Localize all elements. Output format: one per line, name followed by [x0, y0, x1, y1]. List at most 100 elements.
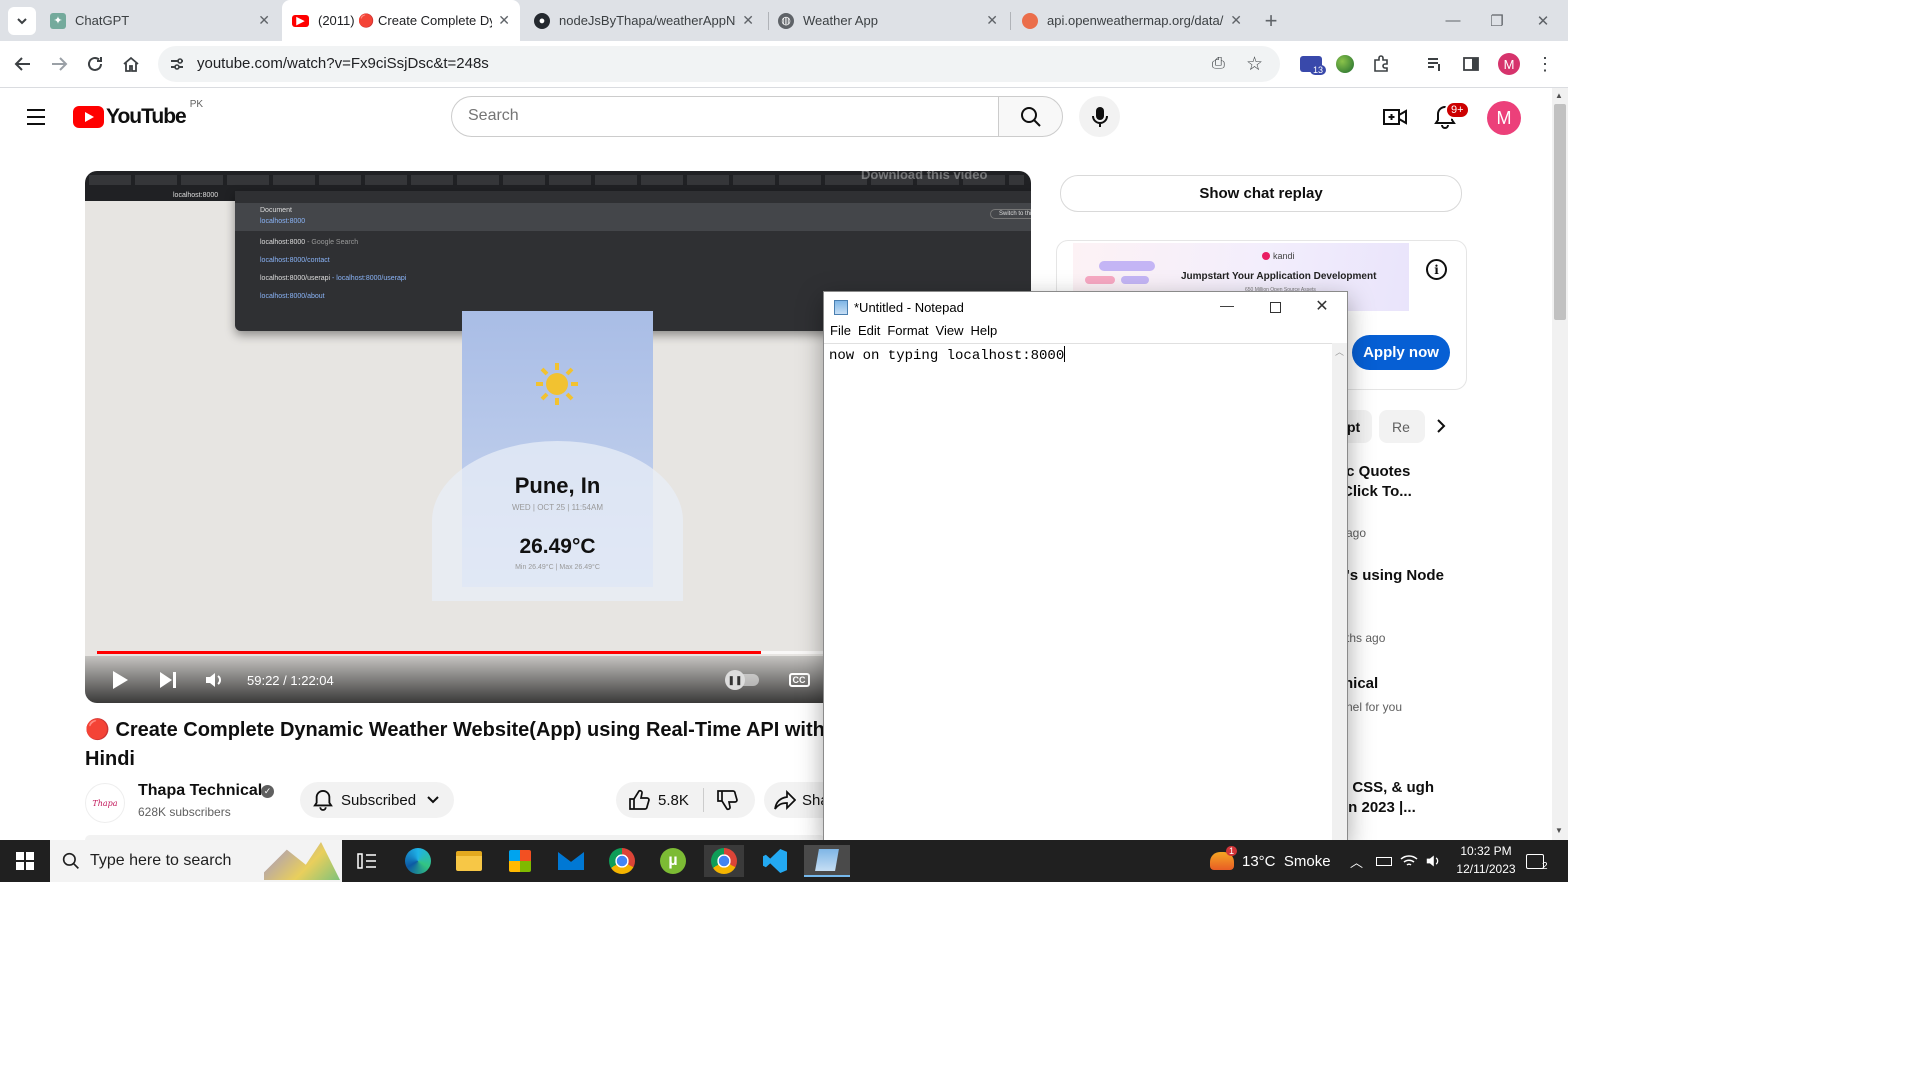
menu-format[interactable]: Format — [887, 323, 928, 343]
related-video-title[interactable]: ic Quotes Click To... — [1342, 462, 1442, 502]
create-button[interactable] — [1382, 106, 1408, 128]
search-input[interactable] — [468, 107, 968, 125]
scroll-up-arrow[interactable]: ︿ — [1335, 345, 1344, 358]
store-app-button[interactable] — [500, 845, 540, 877]
show-hidden-icons-button[interactable]: ︿ — [1350, 840, 1363, 882]
chevron-down-icon — [427, 796, 439, 804]
battery-icon[interactable] — [1376, 840, 1392, 882]
close-tab-icon[interactable]: ✕ — [986, 12, 998, 29]
utorrent-app-button[interactable]: µ — [653, 845, 693, 877]
tab-openweathermap[interactable]: api.openweathermap.org/data/ ✕ — [1012, 0, 1252, 41]
notification-center-button[interactable]: 2 — [1526, 840, 1548, 882]
back-button[interactable] — [8, 49, 38, 79]
voice-search-button[interactable] — [1079, 96, 1120, 137]
subscribed-button[interactable]: Subscribed — [300, 782, 454, 818]
notepad-close-button[interactable]: ✕ — [1307, 296, 1337, 318]
close-tab-icon[interactable]: ✕ — [742, 12, 754, 29]
extension-badge-count: 13 — [1310, 65, 1327, 75]
notifications-button[interactable]: 9+ — [1434, 101, 1470, 129]
extensions-button[interactable] — [1366, 49, 1396, 79]
menu-help[interactable]: Help — [970, 323, 997, 343]
menu-file[interactable]: File — [830, 323, 851, 343]
close-tab-icon[interactable]: ✕ — [1230, 12, 1242, 29]
next-button[interactable] — [157, 668, 179, 692]
scroll-down-arrow[interactable]: ▼ — [1555, 826, 1563, 835]
site-settings-icon[interactable] — [168, 55, 186, 73]
volume-icon[interactable] — [1424, 840, 1442, 882]
taskbar-search-box[interactable]: Type here to search — [50, 840, 342, 882]
notepad-minimize-button[interactable]: — — [1212, 297, 1242, 317]
scroll-up-arrow[interactable]: ▲ — [1555, 91, 1563, 100]
dislike-button[interactable] — [716, 789, 738, 811]
reload-button[interactable] — [80, 49, 110, 79]
notepad-titlebar[interactable]: *Untitled - Notepad — ✕ — [824, 292, 1347, 323]
weather-widget[interactable]: 1 13°C Smoke — [1210, 840, 1331, 882]
tab-weather-app[interactable]: ◍ Weather App ✕ — [768, 0, 1008, 41]
ad-headline: Jumpstart Your Application Development — [1181, 271, 1377, 282]
media-controls-button[interactable] — [1420, 49, 1450, 79]
guide-menu-button[interactable] — [24, 106, 48, 128]
channel-avatar[interactable]: Thapa — [85, 783, 125, 823]
clock[interactable]: 10:32 PM 12/11/2023 — [1446, 842, 1526, 878]
profile-button[interactable]: M — [1494, 49, 1524, 79]
menu-view[interactable]: View — [936, 323, 964, 343]
captions-button[interactable]: CC — [788, 668, 810, 692]
like-button[interactable]: 5.8K — [628, 789, 689, 811]
notepad-text-area[interactable]: now on typing localhost:8000 — [824, 343, 1333, 841]
extension-globe-button[interactable] — [1330, 49, 1360, 79]
chrome-profile-app-button[interactable] — [704, 845, 744, 877]
page-scrollbar[interactable]: ▲ ▼ — [1552, 88, 1568, 840]
vscode-app-button[interactable] — [755, 845, 795, 877]
new-tab-button[interactable]: + — [1258, 8, 1284, 34]
bookmark-star-icon[interactable]: ☆ — [1246, 53, 1263, 76]
show-chat-replay-button[interactable]: Show chat replay — [1060, 175, 1462, 212]
account-avatar[interactable]: M — [1487, 101, 1521, 135]
close-tab-icon[interactable]: ✕ — [498, 12, 510, 29]
search-button[interactable] — [998, 96, 1063, 137]
home-button[interactable] — [116, 49, 146, 79]
thumbs-down-icon — [717, 790, 738, 811]
tab-github[interactable]: ● nodeJsByThapa/weatherAppNo ✕ — [524, 0, 764, 41]
related-video-title[interactable]: l's using Node — [1342, 566, 1452, 586]
address-bar[interactable]: youtube.com/watch?v=Fx9ciSsjDsc&t=248s ⎙… — [158, 46, 1280, 82]
close-window-button[interactable]: ✕ — [1520, 0, 1566, 41]
scrollbar-thumb[interactable] — [1554, 104, 1566, 320]
notepad-app-button[interactable] — [804, 845, 850, 877]
notepad-scrollbar[interactable]: ︿ — [1332, 343, 1347, 841]
tab-chatgpt[interactable]: ✦ ChatGPT ✕ — [40, 0, 280, 41]
menu-edit[interactable]: Edit — [858, 323, 880, 343]
chips-next-button[interactable] — [1429, 414, 1453, 438]
side-panel-button[interactable] — [1456, 49, 1486, 79]
task-view-button[interactable] — [347, 845, 387, 877]
install-app-icon[interactable]: ⎙ — [1212, 55, 1225, 73]
browser-menu-button[interactable]: ⋮ — [1530, 49, 1560, 79]
youtube-logo[interactable]: YouTube PK — [73, 99, 203, 129]
extension-badge-button[interactable]: 13 — [1296, 49, 1327, 79]
autoplay-toggle[interactable]: ❚❚ — [725, 668, 761, 692]
file-explorer-button[interactable] — [449, 845, 489, 877]
switch-tab-chip: Switch to this tab — [990, 209, 1031, 219]
filter-chip[interactable]: Re — [1379, 410, 1425, 443]
restore-window-button[interactable]: ❐ — [1474, 0, 1520, 41]
minimize-window-button[interactable]: — — [1430, 0, 1476, 41]
close-tab-icon[interactable]: ✕ — [258, 12, 270, 29]
like-dislike-group: 5.8K — [616, 782, 755, 818]
mute-button[interactable] — [203, 668, 225, 692]
start-button[interactable] — [5, 845, 45, 877]
search-box[interactable] — [451, 96, 999, 137]
wifi-icon[interactable] — [1400, 840, 1418, 882]
edge-app-button[interactable] — [398, 845, 438, 877]
tab-search-button[interactable] — [8, 7, 36, 35]
chrome-app-button[interactable] — [602, 845, 642, 877]
download-video-banner[interactable]: Download this video — [861, 171, 987, 182]
forward-button[interactable] — [44, 49, 74, 79]
apply-now-button[interactable]: Apply now — [1352, 335, 1450, 370]
related-video-title[interactable]: nical — [1344, 674, 1378, 694]
ad-info-icon[interactable]: i — [1426, 259, 1447, 280]
tab-youtube[interactable]: ▶ (2011) 🔴 Create Complete Dyn ✕ — [282, 0, 520, 41]
play-button[interactable] — [109, 668, 131, 692]
notepad-maximize-button[interactable] — [1260, 297, 1290, 317]
related-video-title[interactable]: , CSS, & ugh In 2023 |... — [1344, 778, 1444, 818]
channel-name[interactable]: Thapa Technical — [138, 782, 262, 800]
mail-app-button[interactable] — [551, 845, 591, 877]
